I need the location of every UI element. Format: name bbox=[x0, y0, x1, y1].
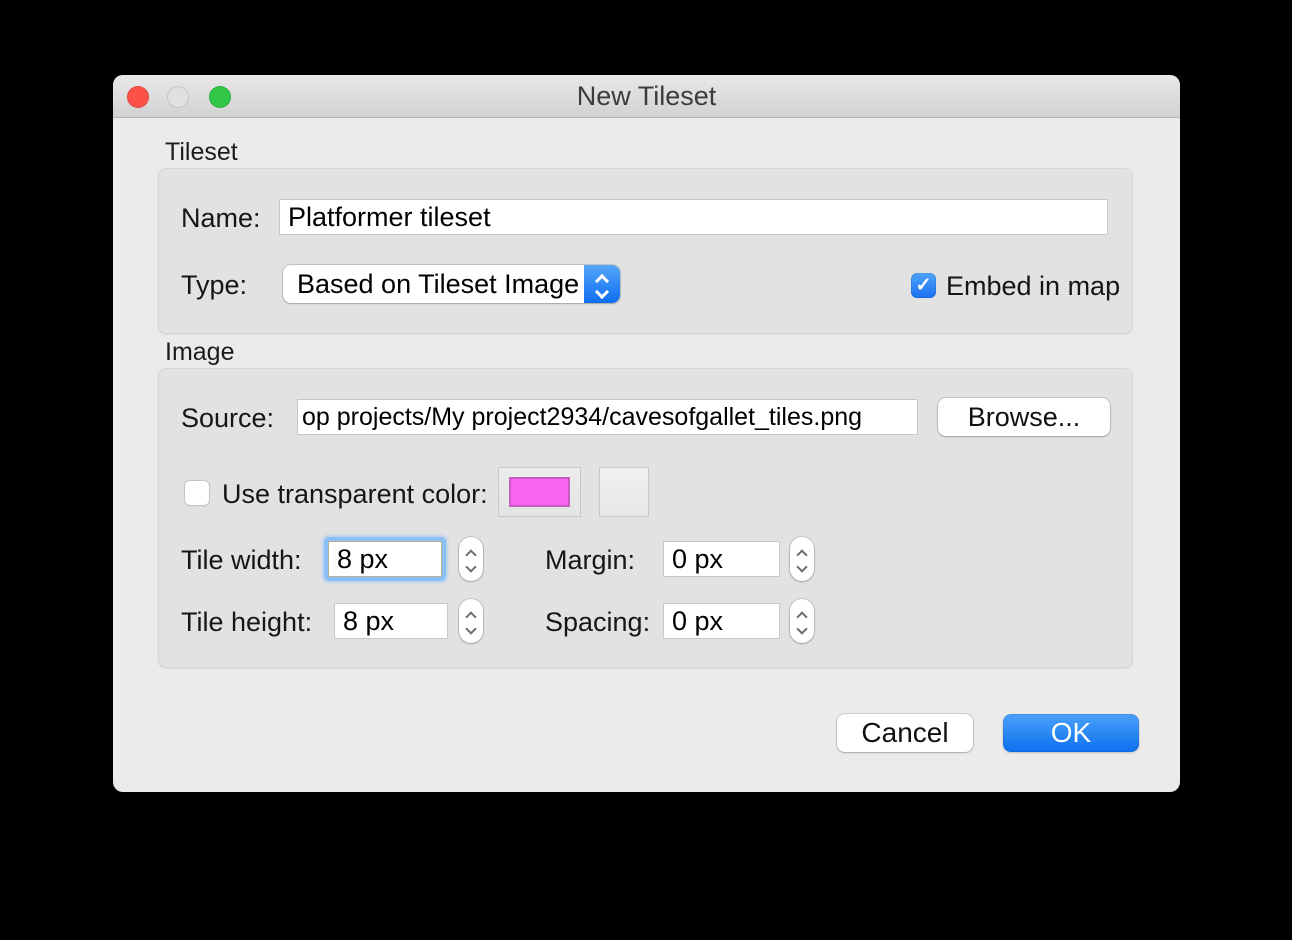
close-button-icon[interactable] bbox=[127, 86, 149, 108]
source-input[interactable] bbox=[297, 399, 918, 435]
chevron-up-down-icon bbox=[584, 265, 620, 303]
stepper-down-icon[interactable] bbox=[465, 561, 476, 572]
tileset-section-label: Tileset bbox=[165, 138, 238, 167]
spacing-stepper[interactable] bbox=[790, 599, 814, 643]
color-picker-button[interactable] bbox=[599, 467, 649, 517]
image-section-label: Image bbox=[165, 338, 234, 367]
minimize-button-icon[interactable] bbox=[167, 86, 189, 108]
tile-height-stepper[interactable] bbox=[459, 599, 483, 643]
zoom-button-icon[interactable] bbox=[209, 86, 231, 108]
stepper-up-icon[interactable] bbox=[796, 611, 807, 622]
name-label: Name: bbox=[181, 203, 261, 233]
margin-label: Margin: bbox=[545, 545, 635, 575]
tile-width-input[interactable] bbox=[328, 541, 442, 577]
stepper-up-icon[interactable] bbox=[465, 549, 476, 560]
type-dropdown-value: Based on Tileset Image bbox=[283, 269, 579, 300]
source-label: Source: bbox=[181, 403, 274, 433]
stepper-down-icon[interactable] bbox=[796, 561, 807, 572]
tile-height-label: Tile height: bbox=[181, 607, 312, 637]
use-transparent-color-label[interactable]: Use transparent color: bbox=[222, 479, 488, 509]
new-tileset-dialog: New Tileset Tileset Name: Type: Based on… bbox=[113, 75, 1180, 792]
margin-stepper[interactable] bbox=[790, 537, 814, 581]
window-title: New Tileset bbox=[577, 81, 717, 112]
browse-button[interactable]: Browse... bbox=[938, 398, 1110, 436]
stepper-down-icon[interactable] bbox=[796, 623, 807, 634]
embed-in-map-label[interactable]: Embed in map bbox=[946, 271, 1120, 301]
stepper-up-icon[interactable] bbox=[465, 611, 476, 622]
use-transparent-color-checkbox[interactable] bbox=[184, 480, 210, 506]
tile-width-label: Tile width: bbox=[181, 545, 302, 575]
ok-button[interactable]: OK bbox=[1003, 714, 1139, 752]
stepper-down-icon[interactable] bbox=[465, 623, 476, 634]
spacing-input[interactable] bbox=[663, 603, 780, 639]
stepper-up-icon[interactable] bbox=[796, 549, 807, 560]
check-icon: ✓ bbox=[916, 274, 932, 297]
tile-height-input[interactable] bbox=[334, 603, 448, 639]
name-input[interactable] bbox=[279, 199, 1108, 235]
cancel-button[interactable]: Cancel bbox=[837, 714, 973, 752]
embed-in-map-checkbox[interactable]: ✓ bbox=[911, 273, 936, 298]
tileset-groupbox bbox=[158, 168, 1133, 334]
transparent-color-well[interactable] bbox=[498, 467, 581, 517]
type-dropdown[interactable]: Based on Tileset Image bbox=[283, 265, 620, 303]
spacing-label: Spacing: bbox=[545, 607, 650, 637]
type-label: Type: bbox=[181, 270, 247, 300]
titlebar[interactable]: New Tileset bbox=[113, 75, 1180, 118]
margin-input[interactable] bbox=[663, 541, 780, 577]
transparent-color-swatch bbox=[509, 477, 570, 507]
tile-width-stepper[interactable] bbox=[459, 537, 483, 581]
